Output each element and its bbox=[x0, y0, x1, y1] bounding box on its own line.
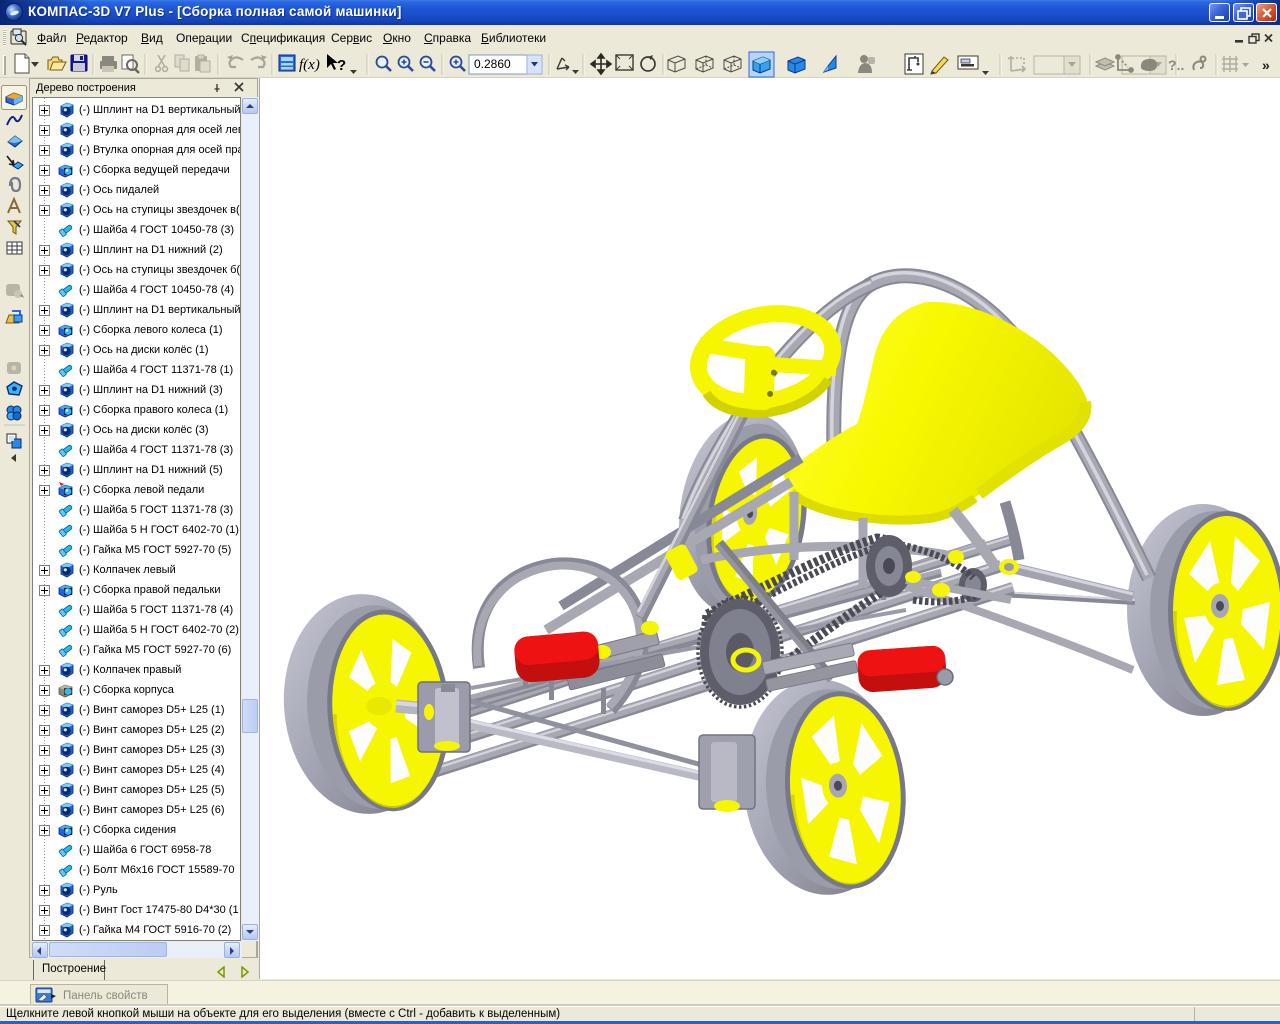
svg-text:?..: ?.. bbox=[1168, 57, 1184, 73]
svg-text:»: » bbox=[1262, 57, 1270, 73]
svg-text:f(x): f(x) bbox=[299, 57, 320, 73]
svg-text:0.2860: 0.2860 bbox=[474, 57, 511, 71]
svg-text:?: ? bbox=[337, 57, 346, 74]
